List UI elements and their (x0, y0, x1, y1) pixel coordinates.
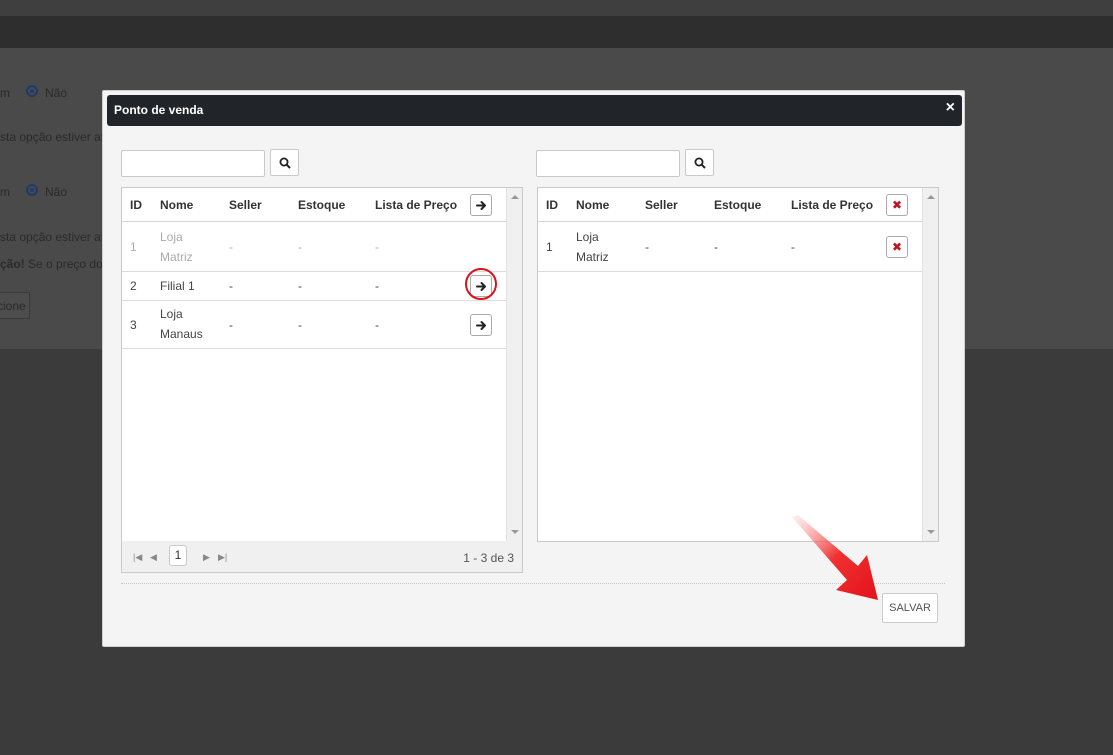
left-search-input[interactable] (121, 150, 265, 177)
column-header-id[interactable]: ID (546, 198, 558, 212)
cell-lista-de-preco: - (791, 240, 795, 254)
modal-header: Ponto de venda × (107, 95, 962, 126)
cell-estoque: - (298, 240, 302, 254)
cell-lista-de-preco: - (375, 318, 379, 332)
close-icon: ✖ (891, 198, 903, 212)
cell-seller: - (229, 240, 233, 254)
left-search-button[interactable] (270, 149, 299, 176)
cell-nome-line2: Manaus (160, 327, 203, 341)
arrow-right-icon (475, 320, 486, 330)
background-nav-bar (0, 16, 1113, 48)
cell-id: 3 (130, 318, 137, 332)
bg-warning-bold: ção! (0, 257, 25, 271)
column-header-lista-de-preco[interactable]: Lista de Preço (375, 198, 457, 212)
scroll-up-icon[interactable] (927, 195, 935, 199)
remove-row-button[interactable]: ✖ (886, 236, 908, 258)
cell-estoque: - (298, 318, 302, 332)
cell-lista-de-preco: - (375, 240, 379, 254)
modal-footer-divider (121, 583, 945, 584)
bg-hint-1: sta opção estiver at (0, 130, 105, 144)
selected-stores-grid: ID Nome Seller Estoque Lista de Preço ✖ … (537, 187, 939, 542)
cell-nome: Loja (576, 230, 599, 244)
bg-radio-label-2: m (0, 185, 10, 199)
first-page-icon[interactable]: |◀ (133, 552, 142, 562)
column-header-estoque[interactable]: Estoque (298, 198, 345, 212)
table-row: 2 Filial 1 - - - (122, 272, 506, 301)
pager-info: 1 - 3 de 3 (463, 551, 514, 565)
bg-radio-option-1: Não (45, 86, 68, 100)
column-header-estoque[interactable]: Estoque (714, 198, 761, 212)
bg-hint-2: sta opção estiver at (0, 230, 105, 244)
cell-nome: Loja (160, 230, 183, 244)
scroll-down-icon[interactable] (927, 530, 935, 534)
background-top-bar (0, 0, 1113, 16)
column-header-nome[interactable]: Nome (576, 198, 609, 212)
scroll-down-icon[interactable] (511, 530, 519, 534)
next-page-icon[interactable]: ▶ (203, 552, 210, 562)
close-icon[interactable]: × (946, 100, 955, 116)
last-page-icon[interactable]: ▶| (218, 552, 227, 562)
right-grid-header: ID Nome Seller Estoque Lista de Preço ✖ (538, 188, 922, 222)
column-header-seller[interactable]: Seller (645, 198, 678, 212)
bg-warning: ção! Se o preço do (0, 257, 103, 271)
table-row: 3 Loja Manaus - - - (122, 301, 506, 349)
right-search-button[interactable] (685, 149, 714, 176)
modal-title: Ponto de venda (114, 103, 204, 117)
bg-radio-label-1: m (0, 86, 10, 100)
available-stores-grid: ID Nome Seller Estoque Lista de Preço 1 … (121, 187, 523, 542)
cell-nome: Loja (160, 307, 183, 321)
cell-id: 2 (130, 279, 137, 293)
add-all-button[interactable] (470, 194, 492, 216)
left-grid-pager: |◀ ◀ 1 ▶ ▶| 1 - 3 de 3 (121, 541, 523, 573)
bg-add-button-label: cione (0, 299, 26, 313)
cell-nome-line2: Matriz (160, 250, 193, 264)
column-header-nome[interactable]: Nome (160, 198, 193, 212)
column-header-seller[interactable]: Seller (229, 198, 262, 212)
save-button[interactable]: SALVAR (882, 593, 938, 623)
left-grid-header: ID Nome Seller Estoque Lista de Preço (122, 188, 506, 222)
pager-current-page[interactable]: 1 (169, 545, 187, 566)
left-grid-scrollbar[interactable] (506, 188, 522, 541)
bg-radio-nao-2 (26, 184, 38, 196)
cell-nome-line2: Matriz (576, 250, 609, 264)
remove-all-button[interactable]: ✖ (886, 194, 908, 216)
bg-add-button: cione (0, 292, 30, 319)
cell-lista-de-preco: - (375, 279, 379, 293)
cell-seller: - (229, 279, 233, 293)
cell-estoque: - (298, 279, 302, 293)
prev-page-icon[interactable]: ◀ (150, 552, 157, 562)
search-icon (279, 157, 291, 169)
cell-nome: Filial 1 (160, 279, 195, 293)
highlight-circle (465, 268, 497, 300)
bg-radio-nao-1 (26, 85, 38, 97)
cell-seller: - (229, 318, 233, 332)
cell-id: 1 (546, 240, 553, 254)
close-icon: ✖ (891, 240, 903, 254)
column-header-lista-de-preco[interactable]: Lista de Preço (791, 198, 873, 212)
scroll-up-icon[interactable] (511, 195, 519, 199)
right-grid-scrollbar[interactable] (922, 188, 938, 541)
bg-radio-option-2: Não (45, 185, 68, 199)
search-icon (694, 157, 706, 169)
column-header-id[interactable]: ID (130, 198, 142, 212)
cell-seller: - (645, 240, 649, 254)
arrow-right-icon (475, 200, 486, 210)
add-row-button[interactable] (470, 314, 492, 336)
table-row: 1 Loja Matriz - - - (122, 223, 506, 272)
cell-estoque: - (714, 240, 718, 254)
table-row: 1 Loja Matriz - - - ✖ (538, 223, 922, 272)
cell-id: 1 (130, 240, 137, 254)
bg-warning-text: Se o preço do (24, 257, 103, 271)
right-search-input[interactable] (536, 150, 680, 177)
